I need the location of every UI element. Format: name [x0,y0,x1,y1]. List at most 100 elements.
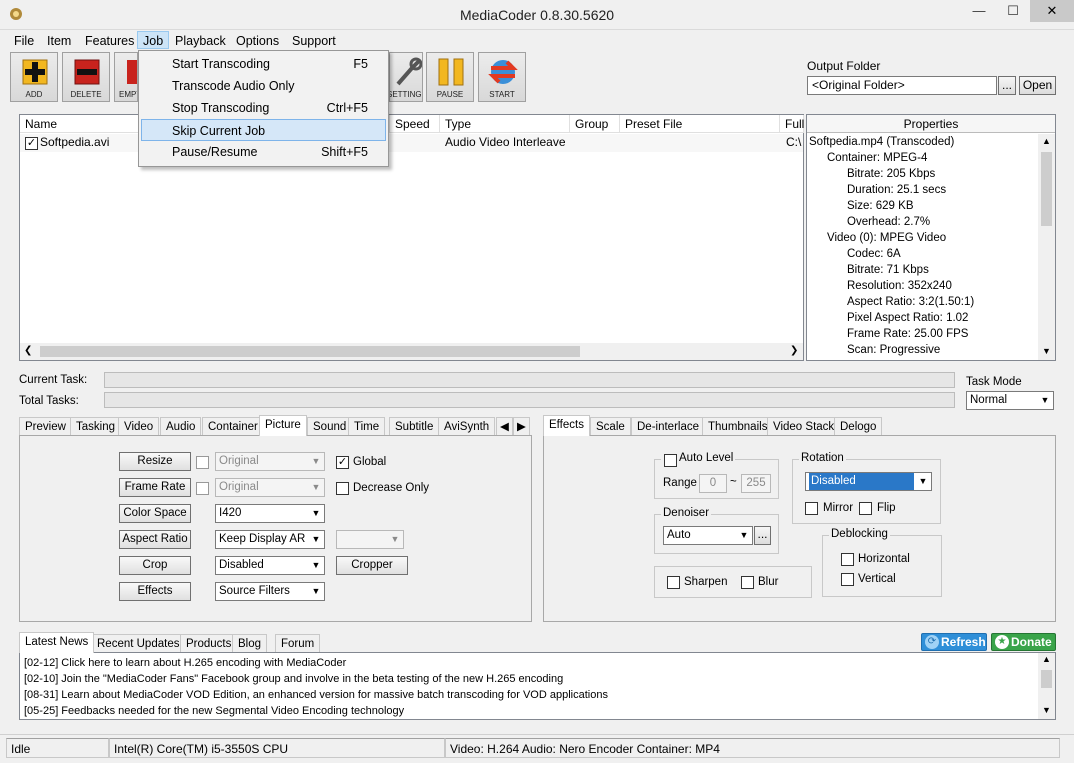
blur-checkbox[interactable] [741,576,754,589]
list-item[interactable]: [02-10] Join the "MediaCoder Fans" Faceb… [24,671,563,687]
cropper-button[interactable]: Cropper [336,556,408,575]
menu-playback[interactable]: Playback [170,32,231,50]
menu-options[interactable]: Options [231,32,284,50]
menu-item[interactable]: Item [42,32,76,50]
browse-folder-button[interactable]: ... [998,76,1016,95]
scroll-down-icon[interactable]: ▼ [1042,346,1051,356]
frame-rate-checkbox[interactable] [196,482,209,495]
tab-container[interactable]: Container [202,417,264,436]
frame-rate-select[interactable]: Original ▼ [215,478,325,497]
decrease-only-checkbox[interactable] [336,482,349,495]
tab-delogo[interactable]: Delogo [834,417,883,436]
tab-de-interlace[interactable]: De-interlace [631,417,705,436]
menu-transcode-audio-only[interactable]: Transcode Audio Only [141,75,386,97]
tab-latest-news[interactable]: Latest News [19,632,95,653]
menu-file[interactable]: File [9,32,39,50]
column-speed[interactable]: Speed [390,115,440,133]
delete-button[interactable]: DELETE [62,52,110,102]
scroll-left-icon[interactable]: ❮ [24,345,32,356]
news-scrollbar[interactable]: ▲ ▼ [1038,653,1055,719]
maximize-button[interactable]: ☐ [996,0,1030,22]
add-button[interactable]: ADD [10,52,58,102]
column-group[interactable]: Group [570,115,620,133]
color-space-button[interactable]: Color Space [119,504,191,523]
denoiser-select[interactable]: Auto ▼ [663,526,753,545]
menu-support[interactable]: Support [287,32,341,50]
flip-checkbox[interactable] [859,502,872,515]
resize-checkbox[interactable] [196,456,209,469]
tab-video[interactable]: Video [118,417,160,436]
tab-forum[interactable]: Forum [275,634,321,653]
aspect-ratio-select[interactable]: Keep Display AR ▼ [215,530,325,549]
tab-products[interactable]: Products [180,634,238,653]
tab-blog[interactable]: Blog [232,634,268,653]
global-checkbox[interactable]: ✓ [336,456,349,469]
scroll-up-icon[interactable]: ▲ [1042,654,1051,664]
effects-select[interactable]: Source Filters ▼ [215,582,325,601]
menu-job[interactable]: Job [137,31,170,49]
news-list[interactable]: [02-12] Click here to learn about H.265 … [19,652,1056,720]
start-button[interactable]: START [478,52,526,102]
sharpen-checkbox[interactable] [667,576,680,589]
color-space-select[interactable]: I420 ▼ [215,504,325,523]
vertical-checkbox[interactable] [841,573,854,586]
tab-scroll-right-icon[interactable]: ▶ [513,417,530,436]
range-max-input[interactable]: 255 [741,474,771,493]
frame-rate-button[interactable]: Frame Rate [119,478,191,497]
scroll-right-icon[interactable]: ❯ [790,345,798,356]
row-checkbox[interactable]: ✓ [25,137,38,150]
aspect-ratio-button[interactable]: Aspect Ratio [119,530,191,549]
empty-button[interactable]: EMPTY [114,52,138,102]
scroll-thumb[interactable] [40,346,580,357]
scroll-down-icon[interactable]: ▼ [1042,705,1051,715]
tab-avisynth[interactable]: AviSynth [438,417,496,436]
menu-pause-resume[interactable]: Pause/Resume Shift+F5 [141,141,386,163]
crop-button[interactable]: Crop [119,556,191,575]
tab-thumbnails[interactable]: Thumbnails [702,417,774,436]
list-item[interactable]: [05-25] Feedbacks needed for the new Seg… [24,703,404,719]
list-item[interactable]: [02-12] Click here to learn about H.265 … [24,655,346,671]
menu-features[interactable]: Features [80,32,139,50]
tab-picture[interactable]: Picture [259,415,307,436]
tab-preview[interactable]: Preview [19,417,72,436]
minimize-button[interactable]: — [962,0,996,22]
donate-button[interactable]: ★ Donate [991,633,1056,651]
menu-start-transcoding[interactable]: Start Transcoding F5 [141,53,386,75]
refresh-button[interactable]: ⟳ Refresh [921,633,987,651]
column-preset-file[interactable]: Preset File [620,115,780,133]
settings-button[interactable]: SETTINGS [389,52,423,102]
denoiser-options-button[interactable]: ... [754,526,771,545]
mirror-checkbox[interactable] [805,502,818,515]
tab-audio[interactable]: Audio [160,417,202,436]
pause-button[interactable]: PAUSE [426,52,474,102]
menu-skip-current-job[interactable]: Skip Current Job [141,119,386,141]
tab-scale[interactable]: Scale [590,417,631,436]
close-button[interactable]: ✕ [1030,0,1074,22]
horizontal-scrollbar[interactable]: ❮ ❯ [20,343,803,360]
tab-sound[interactable]: Sound [307,417,353,436]
output-folder-input[interactable]: <Original Folder> [807,76,997,95]
tab-video-stack[interactable]: Video Stack [767,417,841,436]
list-item[interactable]: [08-31] Learn about MediaCoder VOD Editi… [24,687,608,703]
task-mode-select[interactable]: Normal ▼ [966,391,1054,410]
vertical-scrollbar[interactable]: ▲ ▼ [1038,134,1055,360]
resize-button[interactable]: Resize [119,452,191,471]
rotation-select[interactable]: Disabled ▼ [805,472,932,491]
menu-stop-transcoding[interactable]: Stop Transcoding Ctrl+F5 [141,97,386,119]
aspect-value-select[interactable]: ▼ [336,530,404,549]
column-full[interactable]: Full [780,115,804,133]
tab-effects[interactable]: Effects [543,415,590,436]
scroll-thumb[interactable] [1041,152,1052,226]
auto-level-checkbox[interactable] [664,454,677,467]
file-list[interactable]: Name Speed Type Group Preset File Full ✓… [19,114,804,361]
tab-subtitle[interactable]: Subtitle [389,417,440,436]
scroll-up-icon[interactable]: ▲ [1042,136,1051,146]
open-folder-button[interactable]: Open [1019,76,1056,95]
tab-recent-updates[interactable]: Recent Updates [91,634,186,653]
resize-select[interactable]: Original ▼ [215,452,325,471]
horizontal-checkbox[interactable] [841,553,854,566]
properties-panel[interactable]: Properties Softpedia.mp4 (Transcoded) Co… [806,114,1056,361]
scroll-thumb[interactable] [1041,670,1052,688]
effects-button[interactable]: Effects [119,582,191,601]
column-type[interactable]: Type [440,115,570,133]
